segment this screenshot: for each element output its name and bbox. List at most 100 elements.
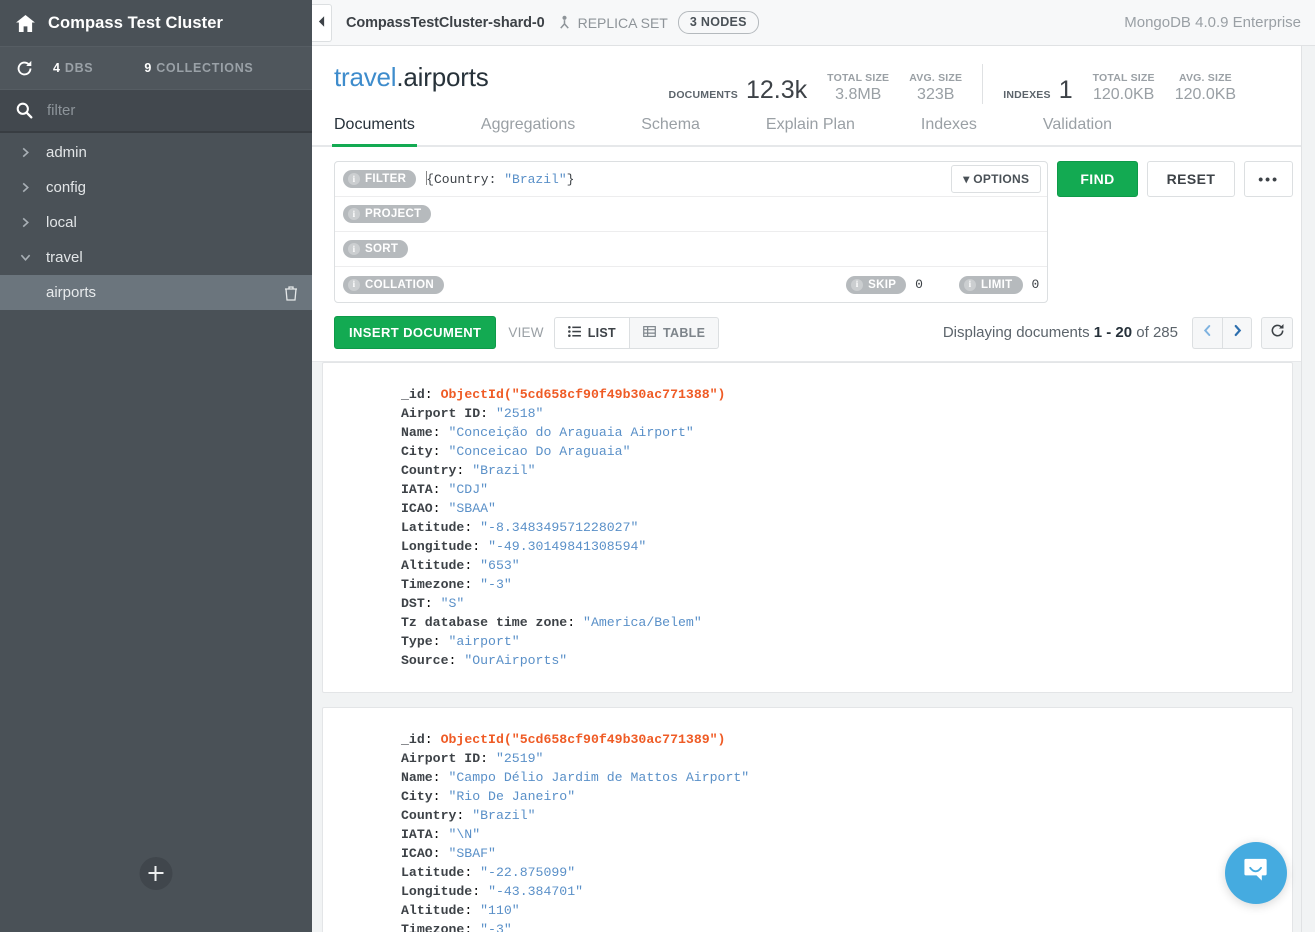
page-scrollbar[interactable] (1301, 46, 1315, 932)
tab-validation[interactable]: Validation (1043, 116, 1112, 145)
collection-tabs: Documents Aggregations Schema Explain Pl… (312, 116, 1315, 147)
document-field: ICAO: "SBAF" (401, 844, 1292, 863)
limit-pill[interactable]: iLIMIT (959, 276, 1023, 294)
filter-pill[interactable]: iFILTER (343, 170, 416, 188)
find-button[interactable]: FIND (1057, 161, 1137, 197)
db-count: 4 DBS (53, 61, 93, 75)
filter-query-input[interactable]: {Country: "Brazil"} (416, 171, 951, 187)
sidebar-item-airports[interactable]: airports (0, 275, 312, 310)
query-row-project: iPROJECT (335, 197, 1047, 232)
info-icon: i (964, 279, 976, 291)
next-page-button[interactable] (1222, 317, 1252, 349)
info-icon: i (348, 243, 360, 255)
refresh-documents-button[interactable] (1261, 317, 1293, 349)
document-field: Name: "Conceição do Araguaia Airport" (401, 423, 1292, 442)
documents-total-size-caption: TOTAL SIZE (827, 72, 889, 84)
document-field: ICAO: "SBAA" (401, 499, 1292, 518)
skip-pill[interactable]: iSKIP (846, 276, 906, 294)
home-icon (16, 15, 35, 32)
collapse-sidebar-button[interactable] (312, 4, 332, 42)
document-field: Airport ID: "2518" (401, 404, 1292, 423)
sidebar-item-config[interactable]: config (0, 170, 312, 205)
collection-header: travel.airports DOCUMENTS 12.3k TOTAL SI… (312, 46, 1315, 104)
document-field: Source: "OurAirports" (401, 651, 1292, 670)
tab-documents[interactable]: Documents (334, 116, 415, 145)
document-field: Longitude: "-49.30149841308594" (401, 537, 1292, 556)
chevron-down-icon: ▾ (963, 172, 969, 186)
refresh-icon[interactable] (16, 60, 33, 77)
indexes-avg-size: AVG. SIZE 120.0KB (1175, 72, 1236, 104)
plus-icon (149, 866, 164, 881)
displaying-range: 1 - 20 (1094, 324, 1132, 341)
document-field: Country: "Brazil" (401, 461, 1292, 480)
reset-button[interactable]: RESET (1147, 161, 1236, 197)
document-card[interactable]: _id: ObjectId("5cd658cf90f49b30ac771389"… (322, 707, 1293, 932)
document-field: Name: "Campo Délio Jardim de Mattos Airp… (401, 768, 1292, 787)
collapse-left-icon (318, 14, 325, 32)
indexes-avg-size-caption: AVG. SIZE (1179, 72, 1232, 84)
namespace-database: travel (334, 62, 396, 92)
document-field: Timezone: "-3" (401, 575, 1292, 594)
insert-document-button[interactable]: INSERT DOCUMENT (334, 316, 496, 349)
tab-indexes[interactable]: Indexes (921, 116, 977, 145)
page-title: travel.airports (334, 60, 489, 94)
documents-total-size: TOTAL SIZE 3.8MB (827, 72, 889, 104)
filter-input[interactable] (47, 102, 267, 119)
tab-explain-plan[interactable]: Explain Plan (766, 116, 855, 145)
project-pill[interactable]: iPROJECT (343, 205, 431, 223)
chevron-down-icon (14, 252, 36, 263)
intercom-chat-button[interactable] (1225, 842, 1287, 904)
chevron-left-icon (1203, 324, 1212, 341)
trash-icon[interactable] (284, 285, 298, 301)
namespace-collection: airports (403, 62, 488, 92)
indexes-caption: INDEXES (1003, 89, 1051, 101)
info-icon: i (348, 173, 360, 185)
search-icon (16, 102, 33, 119)
document-card[interactable]: _id: ObjectId("5cd658cf90f49b30ac771388"… (322, 362, 1293, 693)
document-toolbar: INSERT DOCUMENT VIEW LIST TABLE Displa (312, 303, 1315, 361)
tab-aggregations[interactable]: Aggregations (481, 116, 575, 145)
documents-caption: DOCUMENTS (669, 89, 738, 101)
options-button[interactable]: ▾ OPTIONS (951, 165, 1041, 193)
refresh-icon (1270, 323, 1285, 342)
sidebar-item-travel[interactable]: travel (0, 240, 312, 275)
indexes-stat: INDEXES 1 (1003, 76, 1072, 104)
query-buttons: FIND RESET ••• (1057, 161, 1293, 197)
document-field: Latitude: "-8.348349571228027" (401, 518, 1292, 537)
documents-total-size-value: 3.8MB (835, 86, 881, 104)
sidebar-collection-label: airports (46, 284, 96, 301)
pagination-status: Displaying documents 1 - 20 of 285 (943, 317, 1293, 349)
view-mode-toggle: LIST TABLE (554, 317, 720, 349)
skip-group: iSKIP 0 (846, 276, 923, 294)
query-row-sort: iSORT (335, 232, 1047, 267)
limit-input[interactable]: 0 (1032, 277, 1040, 292)
sort-pill[interactable]: iSORT (343, 240, 408, 258)
collation-pill[interactable]: iCOLLATION (343, 276, 444, 294)
document-field: IATA: "\N" (401, 825, 1292, 844)
more-options-button[interactable]: ••• (1244, 161, 1293, 197)
document-field: _id: ObjectId("5cd658cf90f49b30ac771388"… (401, 385, 1292, 404)
displaying-prefix: Displaying documents (943, 324, 1090, 341)
query-area: iFILTER {Country: "Brazil"} ▾ OPTIONS iP… (312, 147, 1315, 303)
info-icon: i (348, 208, 360, 220)
documents-count: 12.3k (746, 76, 807, 104)
sidebar-header: Compass Test Cluster (0, 0, 312, 46)
sidebar-item-local[interactable]: local (0, 205, 312, 240)
previous-page-button[interactable] (1192, 317, 1222, 349)
sidebar-item-admin[interactable]: admin (0, 135, 312, 170)
indexes-total-size-value: 120.0KB (1093, 86, 1154, 104)
documents-avg-size: AVG. SIZE 323B (909, 72, 962, 104)
view-table-button[interactable]: TABLE (629, 317, 719, 349)
compass-app: Compass Test Cluster 4 DBS 9 COLLECTIONS… (0, 0, 1315, 932)
document-field: IATA: "CDJ" (401, 480, 1292, 499)
displaying-of: of (1136, 324, 1149, 341)
skip-input[interactable]: 0 (915, 277, 923, 292)
tab-schema[interactable]: Schema (641, 116, 700, 145)
nodes-badge: 3 NODES (678, 11, 759, 34)
view-list-button[interactable]: LIST (554, 317, 629, 349)
add-database-button[interactable] (140, 857, 173, 890)
document-list[interactable]: _id: ObjectId("5cd658cf90f49b30ac771388"… (312, 361, 1315, 932)
indexes-avg-size-value: 120.0KB (1175, 86, 1236, 104)
collection-count: 9 COLLECTIONS (144, 61, 253, 75)
chevron-right-icon (14, 216, 36, 229)
